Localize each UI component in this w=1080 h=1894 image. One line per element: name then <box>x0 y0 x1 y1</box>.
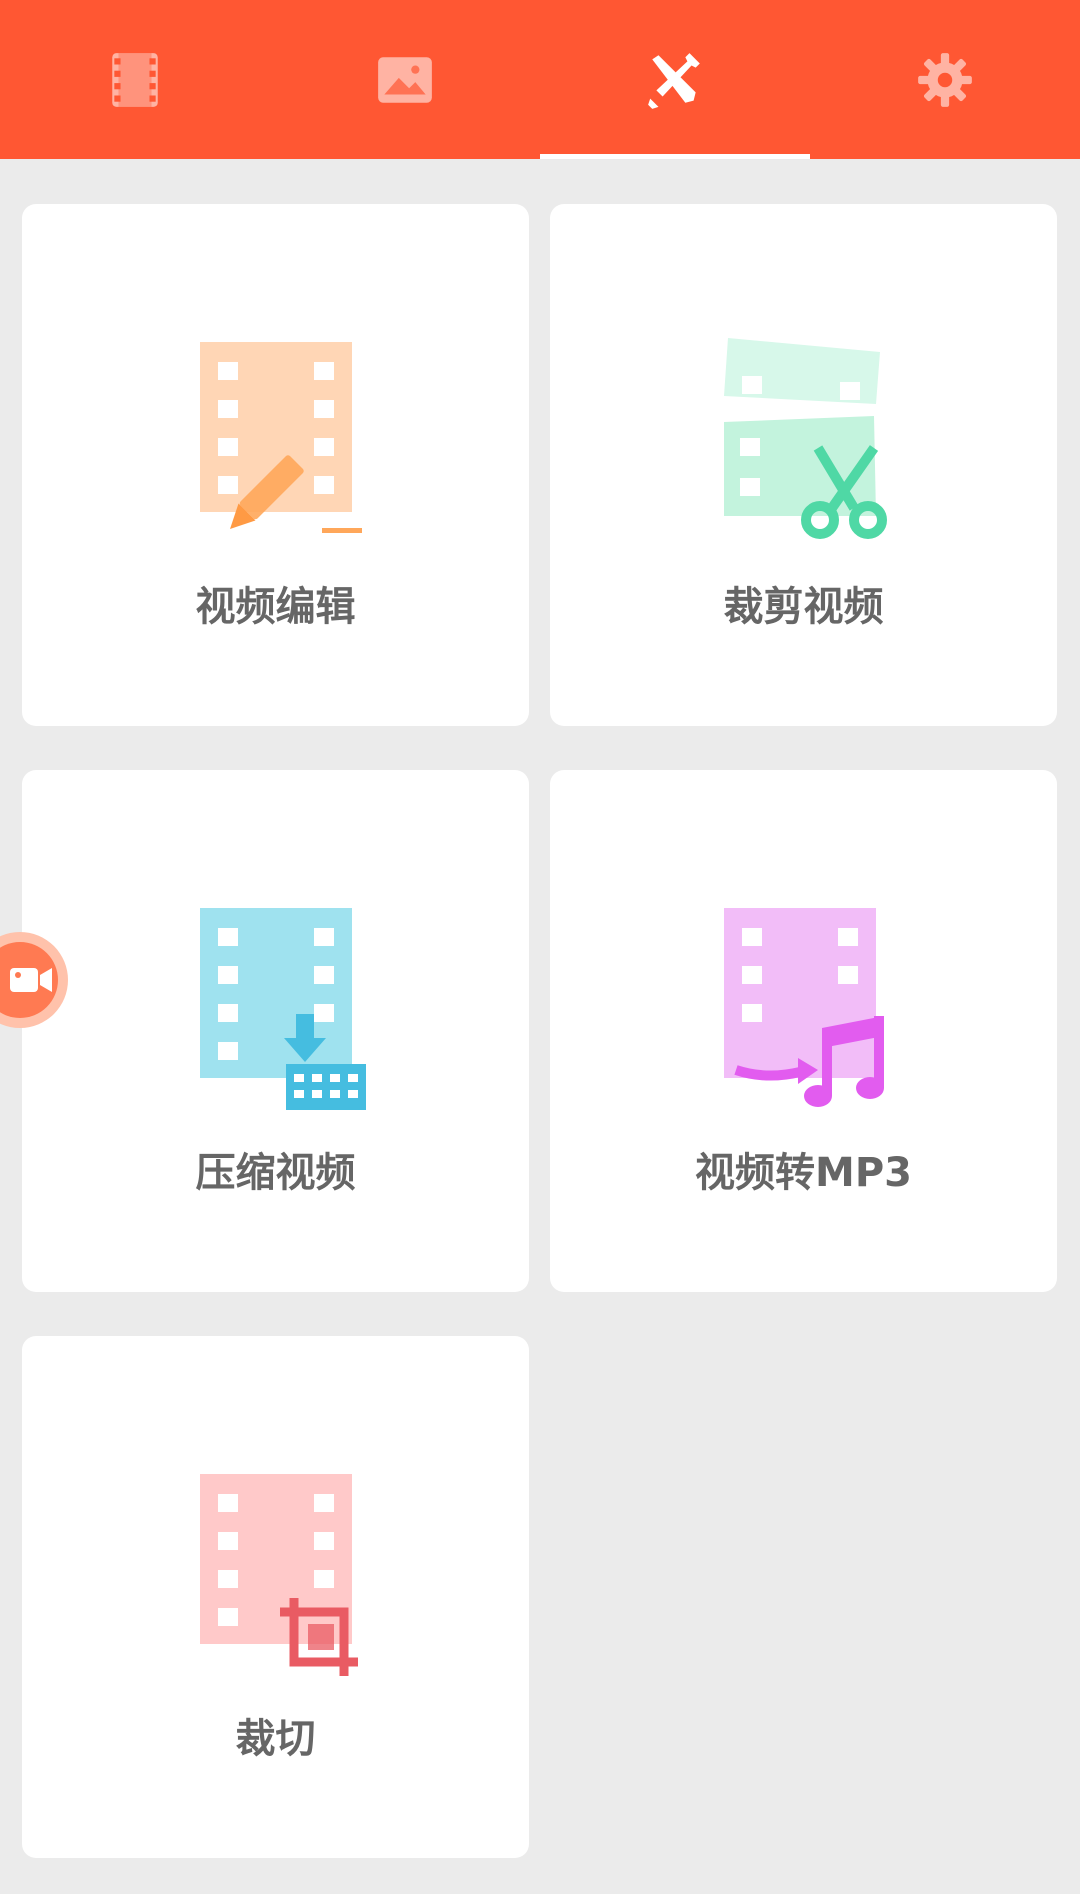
tool-label: 压缩视频 <box>195 1150 356 1196</box>
image-icon <box>378 56 432 103</box>
tool-label: 裁剪视频 <box>723 584 884 630</box>
tool-label: 视频编辑 <box>195 584 356 630</box>
active-tab-indicator <box>540 154 810 159</box>
video-trim-icon <box>723 338 887 539</box>
video-camera-icon <box>10 968 52 992</box>
tool-card-video-trim[interactable]: 裁剪视频 <box>550 204 1057 726</box>
film-icon <box>112 52 158 107</box>
video-crop-icon <box>199 1474 358 1676</box>
tool-label: 视频转MP3 <box>695 1150 912 1196</box>
tools-icon <box>648 52 700 109</box>
tab-settings[interactable] <box>810 0 1080 159</box>
tool-card-video-compress[interactable]: 压缩视频 <box>22 770 529 1292</box>
gear-icon <box>918 52 972 107</box>
tool-card-video-edit[interactable]: 视频编辑 <box>22 204 529 726</box>
tool-card-video-crop[interactable]: 裁切 <box>22 1336 529 1858</box>
tab-tools[interactable] <box>540 0 810 159</box>
tab-images[interactable] <box>270 0 540 159</box>
video-edit-icon <box>199 342 362 533</box>
tab-videos[interactable] <box>0 0 270 159</box>
tool-card-video-to-mp3[interactable]: 视频转MP3 <box>550 770 1057 1292</box>
video-compress-icon <box>199 908 366 1110</box>
video-to-mp3-icon <box>723 908 884 1107</box>
top-tab-bar <box>0 0 1080 159</box>
tool-label: 裁切 <box>235 1716 316 1762</box>
